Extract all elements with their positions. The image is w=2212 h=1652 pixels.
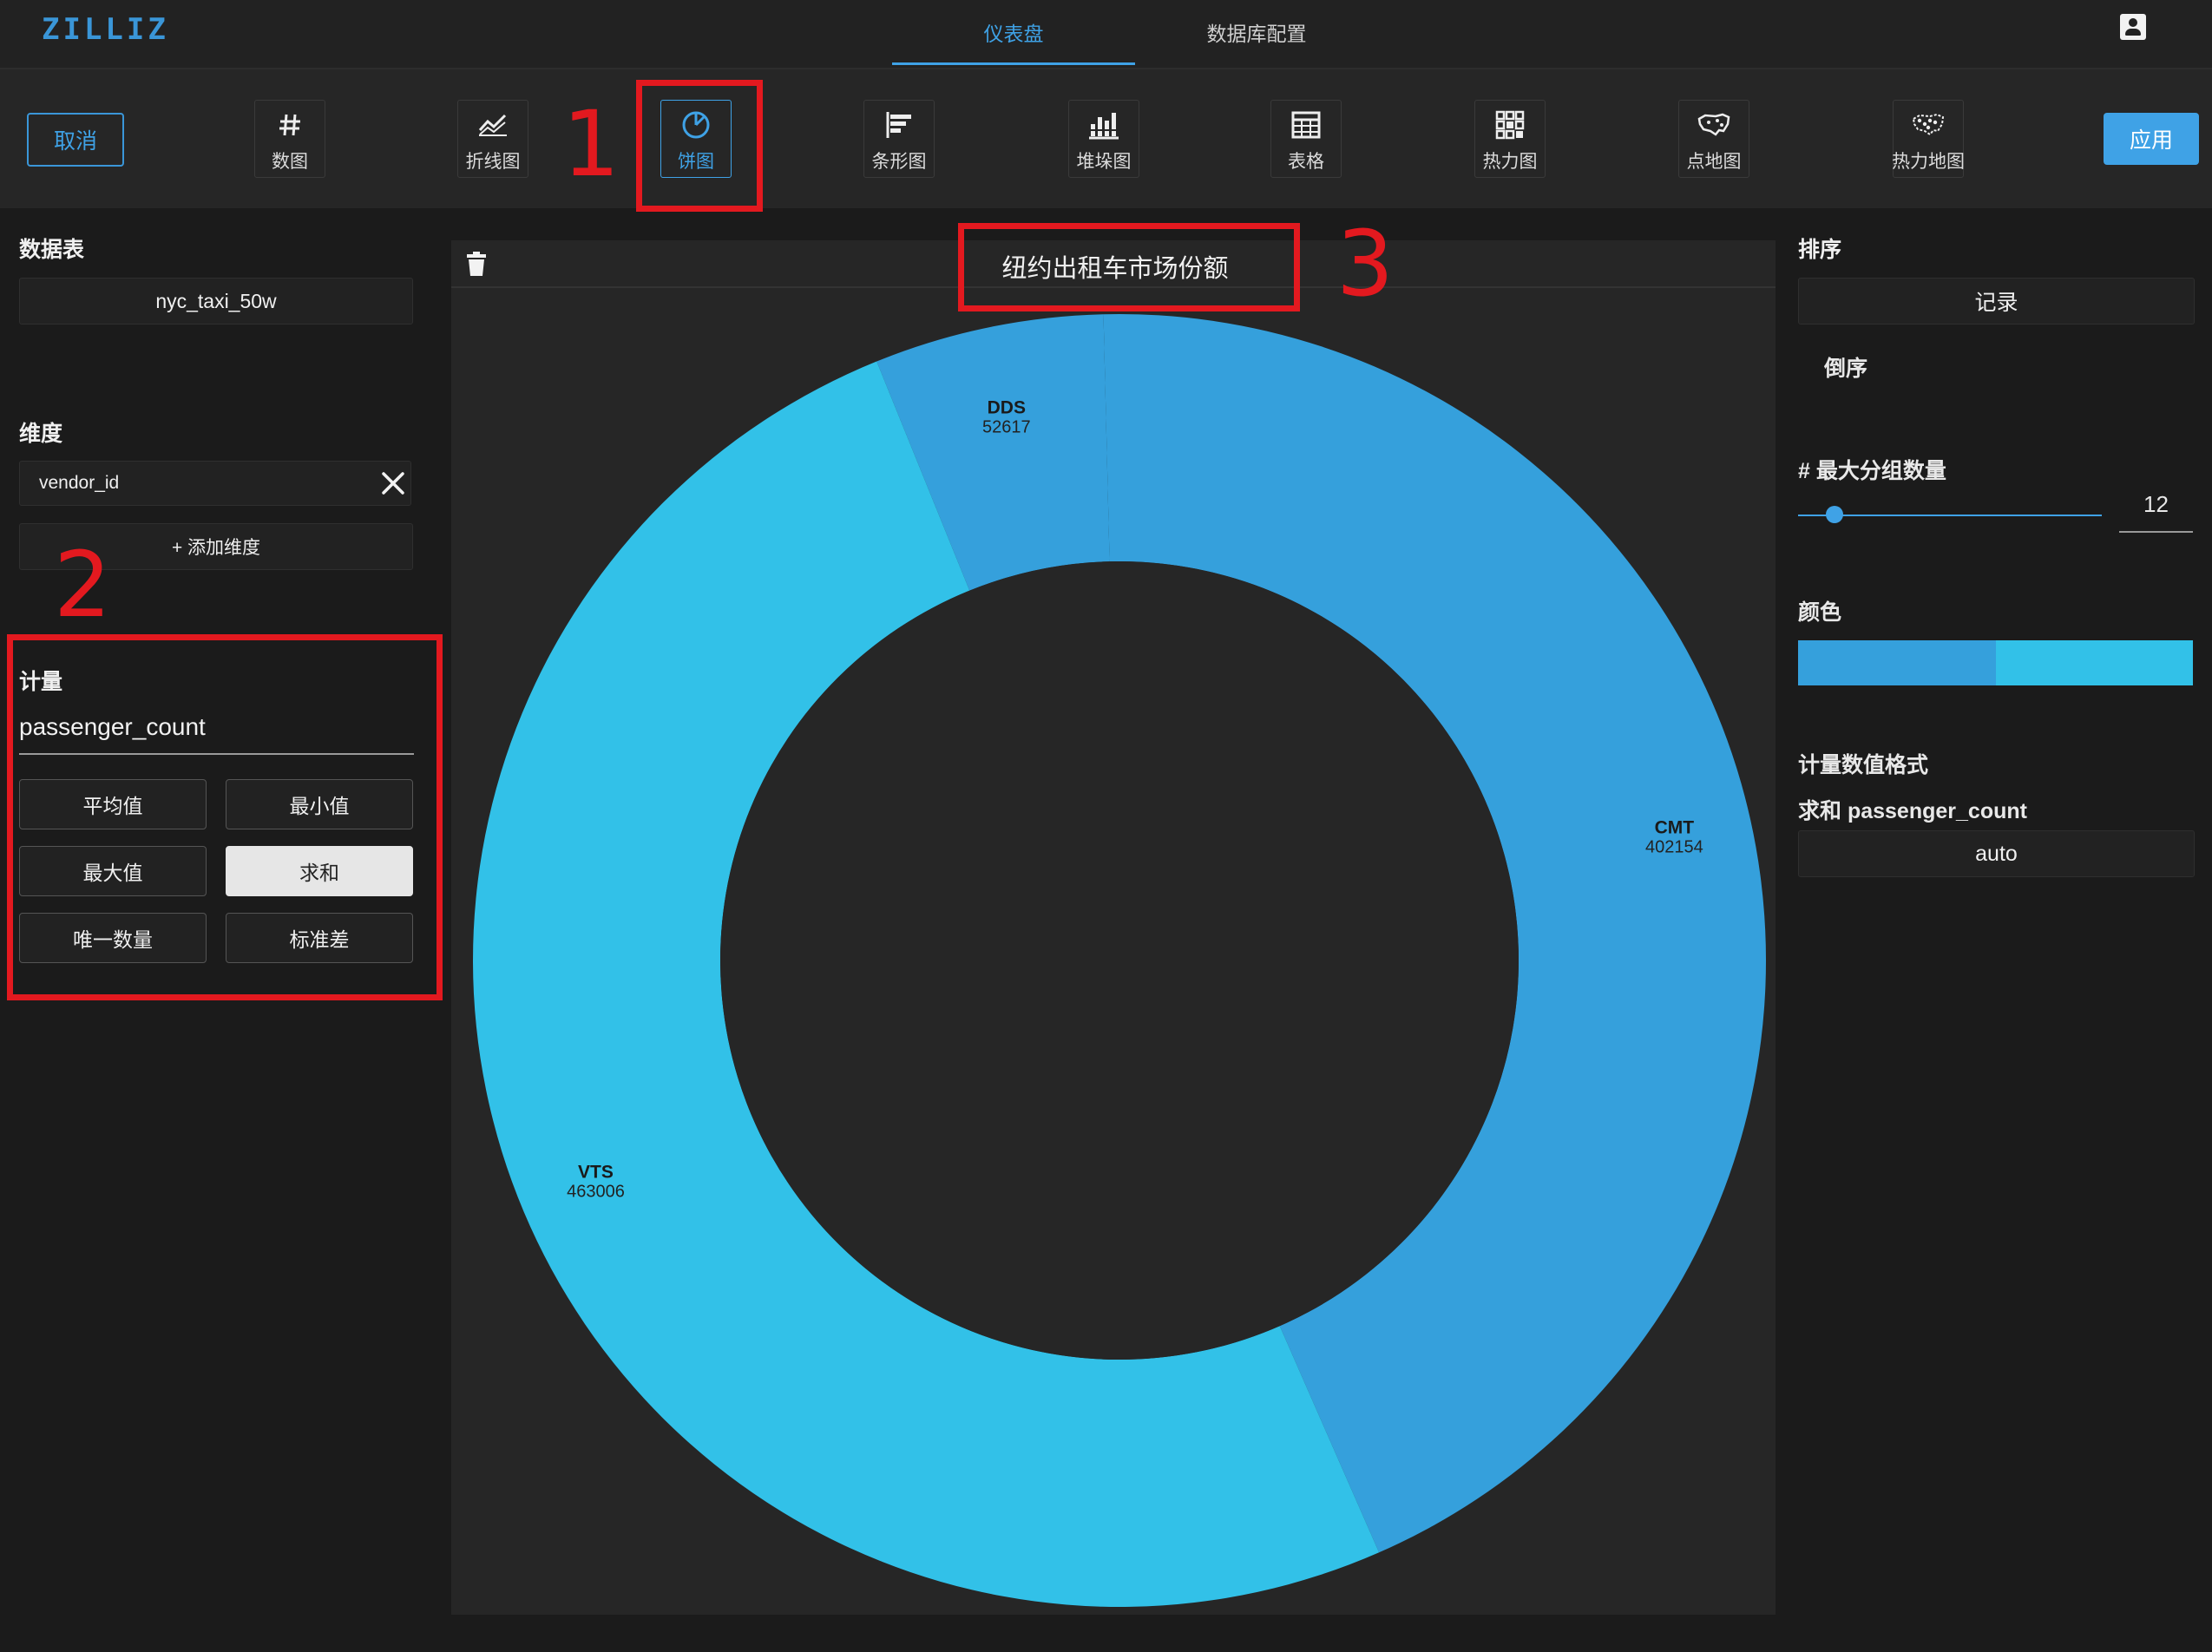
data-table-select[interactable]: nyc_taxi_50w: [19, 278, 413, 324]
zilliz-logo[interactable]: ZILLIZ: [42, 12, 169, 47]
apply-button[interactable]: 应用: [2104, 113, 2199, 165]
stacked-chart-icon: [1069, 108, 1139, 142]
color-swatch: [1995, 640, 2193, 685]
trash-icon[interactable]: [466, 251, 487, 277]
max-group-input[interactable]: 12: [2119, 491, 2193, 518]
heatmap-icon: [1475, 108, 1545, 142]
max-group-slider-thumb[interactable]: [1826, 506, 1843, 523]
chart-type-label: 点地图: [1686, 152, 1742, 172]
dimension-label: 维度: [19, 422, 63, 446]
chart-type-heat-map[interactable]: 热力地图: [1892, 100, 1965, 178]
measure-format-name: 求和 passenger_count: [1798, 799, 2027, 823]
bar-chart-icon: [864, 108, 934, 142]
color-label: 颜色: [1798, 600, 1842, 625]
measure-format-select[interactable]: auto: [1798, 830, 2195, 877]
slice-value-label: 402154: [1645, 838, 1703, 857]
chart-type-table[interactable]: 表格: [1270, 100, 1342, 178]
hash-icon: [255, 108, 325, 142]
dimension-chip[interactable]: vendor_id: [19, 461, 411, 506]
tab-dashboard[interactable]: 仪表盘: [892, 17, 1135, 47]
descending-toggle[interactable]: 倒序: [1824, 351, 1867, 383]
slice-label: DDS: [988, 397, 1026, 417]
agg-stddev-button[interactable]: 标准差: [226, 913, 413, 963]
sort-select[interactable]: 记录: [1798, 278, 2195, 324]
chart-type-label: 条形图: [871, 152, 927, 172]
chart-type-label: 数图: [272, 152, 308, 172]
agg-min-button[interactable]: 最小值: [226, 779, 413, 829]
measure-field[interactable]: passenger_count: [19, 713, 206, 741]
max-group-input-underline: [2119, 531, 2193, 533]
donut-chart: DDS52617 CMT402154 VTS463006: [473, 314, 1766, 1607]
donut-hole: [720, 561, 1519, 1360]
account-box-icon[interactable]: [2120, 14, 2146, 40]
agg-max-button[interactable]: 最大值: [19, 846, 207, 896]
chart-type-label: 热力地图: [1892, 152, 1965, 172]
sort-label: 排序: [1798, 238, 1842, 262]
close-icon[interactable]: [378, 469, 408, 498]
slice-value-label: 52617: [982, 417, 1031, 436]
cancel-button[interactable]: 取消: [27, 113, 124, 167]
annotation-number-1: 1: [562, 91, 620, 197]
chart-type-number[interactable]: 数图: [254, 100, 325, 178]
annotation-box-3: [958, 223, 1300, 311]
measure-format-label: 计量数值格式: [1798, 753, 1929, 777]
chart-type-heatmap[interactable]: 热力图: [1474, 100, 1546, 178]
max-group-label: # 最大分组数量: [1798, 459, 1946, 483]
max-group-slider-track[interactable]: [1798, 515, 2102, 516]
chart-type-point-map[interactable]: 点地图: [1678, 100, 1749, 178]
chart-type-label: 堆垛图: [1076, 152, 1132, 172]
measure-label: 计量: [19, 670, 63, 694]
chart-type-line[interactable]: 折线图: [457, 100, 528, 178]
annotation-box-1: [636, 80, 763, 212]
color-swatch: [1798, 640, 1996, 685]
measure-underline: [19, 753, 414, 755]
tab-database-config[interactable]: 数据库配置: [1135, 17, 1378, 47]
chart-type-label: 表格: [1288, 152, 1324, 172]
chart-type-label: 热力图: [1482, 152, 1538, 172]
line-chart-icon: [458, 108, 528, 142]
table-icon: [1271, 108, 1341, 142]
agg-average-button[interactable]: 平均值: [19, 779, 207, 829]
slice-value-label: 463006: [567, 1183, 625, 1202]
annotation-number-3: 3: [1336, 211, 1395, 317]
color-palette-picker[interactable]: [1798, 640, 2193, 685]
chart-type-stacked[interactable]: 堆垛图: [1068, 100, 1139, 178]
agg-sum-button[interactable]: 求和: [226, 846, 413, 896]
heat-map-icon: [1894, 108, 1963, 142]
data-table-label: 数据表: [19, 238, 85, 262]
slice-label: VTS: [578, 1163, 614, 1183]
active-tab-indicator: [892, 62, 1135, 65]
slice-label: CMT: [1655, 818, 1695, 838]
agg-unique-count-button[interactable]: 唯一数量: [19, 913, 207, 963]
chart-type-bar[interactable]: 条形图: [863, 100, 935, 178]
point-map-icon: [1679, 108, 1749, 142]
chart-type-label: 折线图: [465, 152, 521, 172]
annotation-number-2: 2: [54, 532, 112, 638]
